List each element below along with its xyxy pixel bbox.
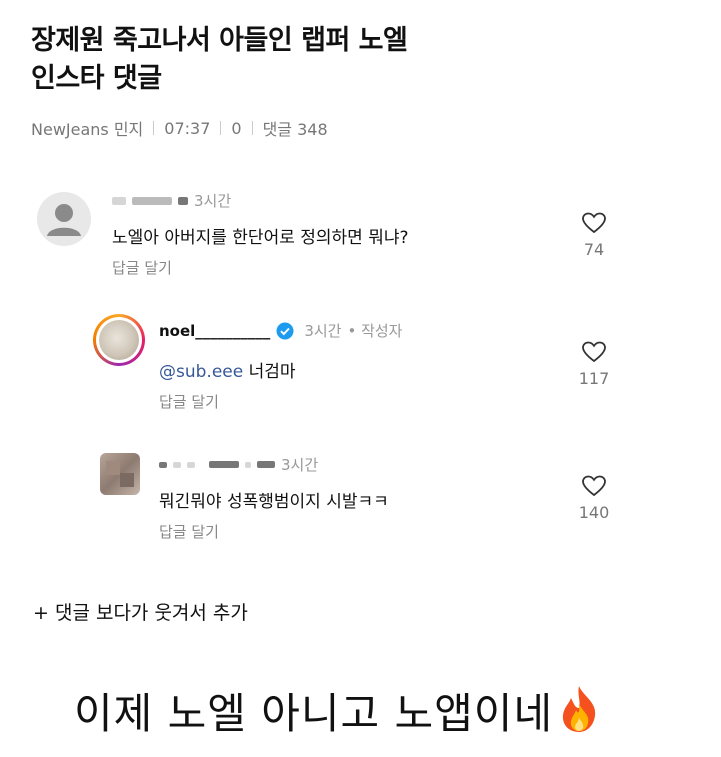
heart-icon xyxy=(582,341,606,363)
title-line-1: 장제원 죽고나서 아들인 랩퍼 노엘 xyxy=(31,25,408,56)
verified-badge-icon xyxy=(276,322,294,339)
like-count: 117 xyxy=(578,369,610,388)
blurred-username xyxy=(245,461,251,468)
comment-time: 3시간 xyxy=(281,456,319,474)
heart-icon xyxy=(582,475,606,497)
comment-text: @sub.eee 너검마 xyxy=(159,357,296,382)
reply-button[interactable]: 답글 달기 xyxy=(159,521,219,542)
like-count: 74 xyxy=(583,240,605,259)
like-button[interactable]: 74 xyxy=(569,212,619,259)
caption-text: 이제 노엘 아니고 노앱이네 xyxy=(74,680,601,744)
article-meta: NewJeans 민지 07:37 0 댓글 348 xyxy=(31,116,328,140)
default-user-icon xyxy=(47,204,81,236)
post-time: 07:37 xyxy=(164,118,211,138)
blurred-username xyxy=(178,196,188,205)
like-button[interactable]: 117 xyxy=(569,341,619,388)
reply-button[interactable]: 답글 달기 xyxy=(159,391,219,412)
blurred-username xyxy=(132,196,172,205)
username-row: 3시간 xyxy=(159,454,318,475)
heart-icon xyxy=(582,212,606,234)
fire-icon xyxy=(557,684,601,744)
author-name[interactable]: NewJeans 민지 xyxy=(31,116,143,140)
blurred-username xyxy=(159,461,167,468)
username-row: 3시간 xyxy=(112,190,231,211)
article-title: 장제원 죽고나서 아들인 랩퍼 노엘 인스타 댓글 xyxy=(31,22,631,98)
comment-text: 노엘아 아버지를 한단어로 정의하면 뭐냐? xyxy=(112,228,409,248)
avatar[interactable] xyxy=(93,314,145,366)
comment-time: 3시간 xyxy=(304,322,342,340)
blurred-username xyxy=(209,461,239,468)
divider xyxy=(153,121,155,135)
like-button[interactable]: 140 xyxy=(569,475,619,522)
divider xyxy=(220,121,222,135)
divider xyxy=(251,121,253,135)
username[interactable]: noel__________ xyxy=(159,322,270,340)
like-count: 140 xyxy=(578,503,610,522)
comment-text: 뭐긴뭐야 성폭행범이지 시발ㅋㅋ xyxy=(159,492,389,512)
blurred-username xyxy=(187,461,195,468)
avatar[interactable] xyxy=(100,453,140,495)
comment-count[interactable]: 댓글 348 xyxy=(263,116,328,140)
blurred-username xyxy=(112,196,126,205)
comment-time: 3시간 xyxy=(194,192,232,210)
blurred-username xyxy=(257,461,275,468)
addendum-text: + 댓글 보다가 웃겨서 추가 xyxy=(33,602,248,624)
comment-body: 너검마 xyxy=(248,362,296,382)
blurred-username xyxy=(173,461,181,468)
caption-body: 이제 노엘 아니고 노앱이네 xyxy=(74,689,554,738)
mention-link[interactable]: @sub.eee xyxy=(159,362,243,382)
view-count: 0 xyxy=(231,118,242,138)
username-row: noel__________ 3시간 • 작성자 xyxy=(159,320,403,341)
avatar[interactable] xyxy=(37,192,91,246)
author-tag: • 작성자 xyxy=(347,322,403,340)
reply-button[interactable]: 답글 달기 xyxy=(112,257,172,278)
title-line-2: 인스타 댓글 xyxy=(31,63,162,94)
